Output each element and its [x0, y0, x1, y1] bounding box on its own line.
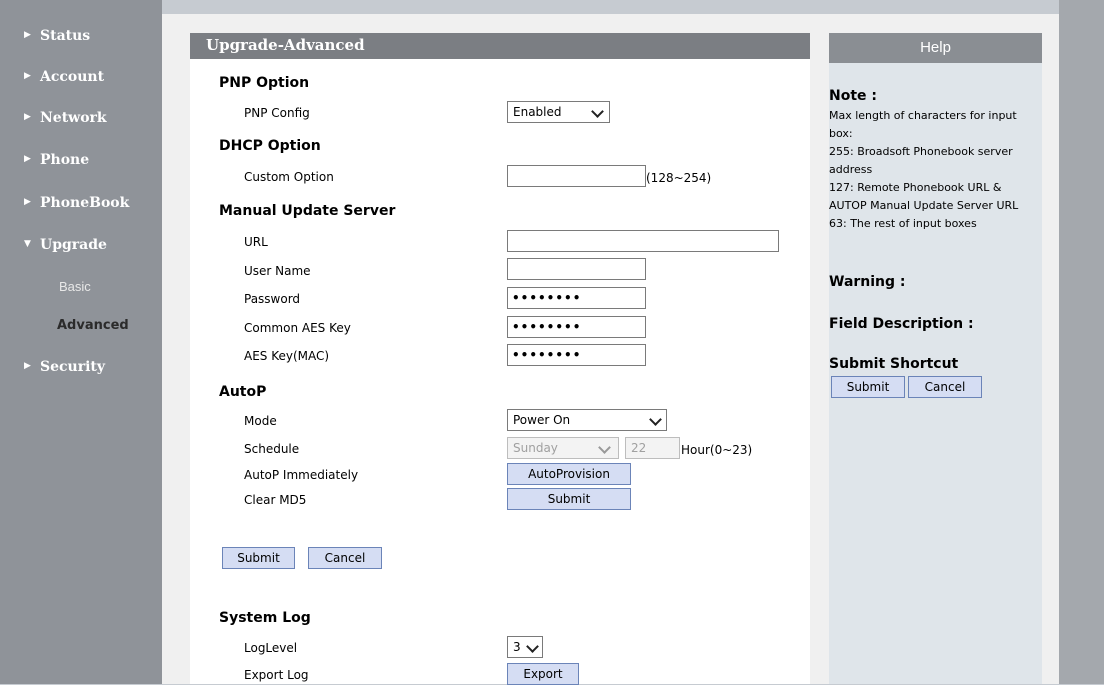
page-title: Upgrade-Advanced	[206, 36, 365, 54]
section-manual-title: Manual Update Server	[219, 203, 396, 219]
sidebar-subitem-basic[interactable]: Basic	[59, 279, 91, 294]
help-note-line: 63: The rest of input boxes	[829, 217, 977, 230]
password-input[interactable]: ••••••••	[507, 287, 646, 309]
help-note-line: box:	[829, 127, 853, 140]
loglevel-label: LogLevel	[244, 641, 298, 655]
custom-option-input[interactable]	[507, 165, 646, 187]
sidebar-subitem-advanced[interactable]: Advanced	[57, 318, 129, 333]
section-syslog-title: System Log	[219, 610, 311, 626]
help-note-heading: Note :	[829, 88, 877, 104]
mode-label: Mode	[244, 414, 277, 428]
clear-md5-submit-button[interactable]: Submit	[507, 488, 631, 510]
section-dhcp-title: DHCP Option	[219, 138, 321, 154]
triangle-right-icon: ▶	[24, 112, 31, 122]
help-submit-shortcut-heading: Submit Shortcut	[829, 356, 959, 372]
help-title: Help	[920, 39, 951, 56]
section-pnp-title: PNP Option	[219, 75, 310, 91]
pnp-config-select[interactable]: Enabled	[507, 101, 610, 123]
custom-option-label: Custom Option	[244, 170, 334, 184]
help-header: Help	[829, 33, 1042, 63]
right-strip	[1059, 0, 1104, 684]
loglevel-value: 3	[513, 640, 521, 654]
pnp-config-label: PNP Config	[244, 106, 310, 120]
help-submit-button[interactable]: Submit	[831, 376, 905, 398]
schedule-label: Schedule	[244, 442, 300, 456]
pnp-config-value: Enabled	[513, 105, 562, 119]
chevron-down-icon	[591, 105, 604, 118]
common-aes-input[interactable]: ••••••••	[507, 316, 646, 338]
chevron-down-icon	[598, 441, 611, 454]
password-label: Password	[244, 292, 301, 306]
autoprovision-button[interactable]: AutoProvision	[507, 463, 631, 485]
export-button[interactable]: Export	[507, 663, 579, 685]
cancel-button[interactable]: Cancel	[308, 547, 382, 569]
autop-immediately-label: AutoP Immediately	[244, 468, 359, 482]
help-cancel-button[interactable]: Cancel	[908, 376, 982, 398]
mode-value: Power On	[513, 413, 571, 427]
help-note-line: address	[829, 163, 873, 176]
triangle-right-icon: ▶	[24, 154, 31, 164]
schedule-hour-input[interactable]: 22	[625, 437, 680, 459]
triangle-right-icon: ▶	[24, 71, 31, 81]
triangle-right-icon: ▶	[24, 197, 31, 207]
username-input[interactable]	[507, 258, 646, 280]
aes-mac-label: AES Key(MAC)	[244, 349, 330, 363]
schedule-hour-hint: Hour(0~23)	[681, 443, 753, 457]
loglevel-select[interactable]: 3	[507, 636, 543, 658]
common-aes-label: Common AES Key	[244, 321, 351, 335]
username-label: User Name	[244, 264, 311, 278]
export-log-label: Export Log	[244, 668, 309, 682]
help-note-line: AUTOP Manual Update Server URL	[829, 199, 1019, 212]
schedule-day-select[interactable]: Sunday	[507, 437, 619, 459]
mode-select[interactable]: Power On	[507, 409, 667, 431]
chevron-down-icon	[649, 413, 662, 426]
triangle-right-icon: ▶	[24, 361, 31, 371]
triangle-right-icon: ▶	[24, 30, 31, 40]
clear-md5-label: Clear MD5	[244, 493, 307, 507]
help-warning-heading: Warning :	[829, 274, 906, 290]
triangle-down-icon: ▼	[24, 239, 31, 249]
submit-button[interactable]: Submit	[222, 547, 295, 569]
help-field-description-heading: Field Description :	[829, 316, 974, 332]
chevron-down-icon	[526, 640, 539, 653]
help-note-line: 255: Broadsoft Phonebook server	[829, 145, 1013, 158]
top-strip	[162, 0, 1059, 14]
sidebar: ▶ Status ▶ Account ▶ Network ▶ Phone ▶ P…	[0, 0, 162, 684]
help-note-line: Max length of characters for input	[829, 109, 1017, 122]
custom-option-hint: (128~254)	[646, 171, 712, 185]
aes-mac-input[interactable]: ••••••••	[507, 344, 646, 366]
url-input[interactable]	[507, 230, 779, 252]
schedule-day-value: Sunday	[513, 441, 558, 455]
section-autop-title: AutoP	[219, 384, 267, 400]
panel-header: Upgrade-Advanced	[190, 33, 810, 59]
url-label: URL	[244, 235, 268, 249]
help-note-line: 127: Remote Phonebook URL &	[829, 181, 1002, 194]
